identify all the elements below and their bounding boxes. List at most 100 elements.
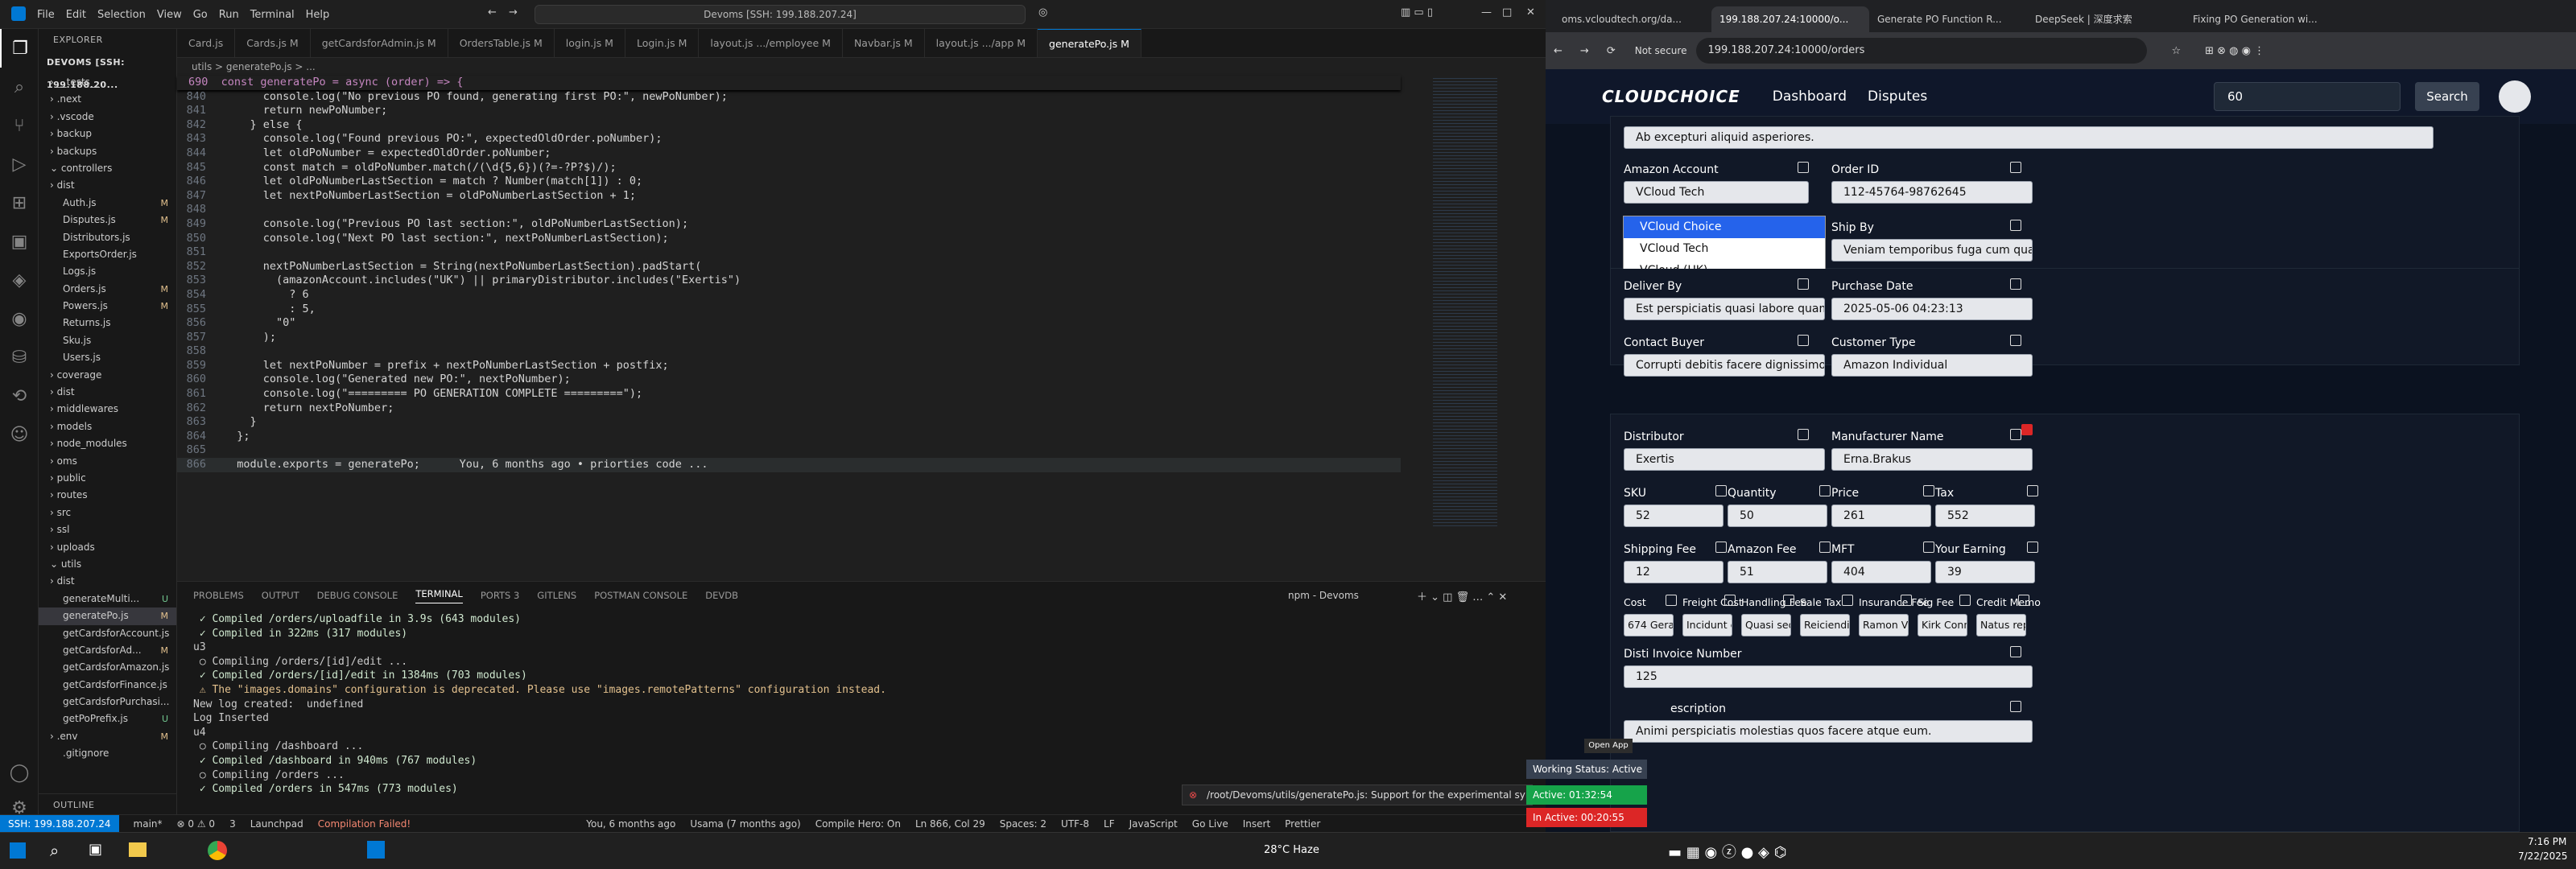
branch-status[interactable]: main* <box>134 818 163 830</box>
field-input[interactable]: 50 <box>1728 505 1827 527</box>
copy-icon[interactable] <box>1901 595 1912 606</box>
launchpad-status[interactable]: Launchpad <box>250 818 303 830</box>
app-logo[interactable]: CLOUDCHOICE <box>1602 87 1740 106</box>
eol-status[interactable]: LF <box>1104 818 1115 830</box>
copy-icon[interactable] <box>1798 162 1809 173</box>
file-tree-item[interactable]: › backups <box>39 143 176 160</box>
field-input[interactable]: Quasi sequi mo <box>1741 614 1791 636</box>
chrome-icon[interactable] <box>208 841 227 860</box>
file-tree-item[interactable]: › oms <box>39 453 176 470</box>
editor-tab[interactable]: login.js M <box>555 29 625 57</box>
copy-icon[interactable] <box>1715 485 1727 496</box>
file-tree-item[interactable]: Disputes.js M <box>39 212 176 229</box>
file-tree-item[interactable]: getCardsforAmazon.js <box>39 659 176 676</box>
file-tree-item[interactable]: › backup <box>39 126 176 142</box>
account-icon[interactable]: ◯ <box>0 753 39 792</box>
copy-icon[interactable] <box>1666 595 1677 606</box>
editor-tab[interactable]: generatePo.js M <box>1038 29 1141 57</box>
minimize-icon[interactable]: — <box>1481 6 1492 19</box>
file-tree-item[interactable]: generatePo.js M <box>39 607 176 625</box>
reload-icon[interactable]: ⟳ <box>1607 45 1616 57</box>
file-tree-item[interactable]: › coverage <box>39 367 176 384</box>
file-tree-item[interactable]: Logs.js <box>39 263 176 280</box>
open-app-button[interactable]: Open App <box>1584 739 1633 753</box>
copy-icon[interactable] <box>1923 485 1934 496</box>
maximize-icon[interactable]: □ <box>1502 6 1512 19</box>
file-tree-item[interactable]: › dist <box>39 384 176 401</box>
task-view-icon[interactable]: ▣ <box>89 841 102 858</box>
browser-taskbar-icons[interactable]: ▬ ▦ ◉ ⓩ ● ◈ ⌬ <box>1668 841 1786 862</box>
notes-field[interactable]: Ab excepturi aliquid asperiores. <box>1624 126 2434 149</box>
file-tree-item[interactable]: ⌄ controllers <box>39 160 176 177</box>
panel-tab[interactable]: DEBUG CONSOLE <box>317 590 398 601</box>
field-input[interactable]: 51 <box>1728 561 1827 583</box>
back-arrow-icon[interactable]: ← <box>488 6 497 19</box>
browser-tab[interactable]: Fixing PO Generation wi... <box>2185 6 2343 32</box>
file-tree-item[interactable]: Users.js <box>39 349 176 366</box>
encoding-status[interactable]: UTF-8 <box>1061 818 1089 830</box>
browser-tab[interactable]: DeepSeek | 深度求索 <box>2027 6 2185 32</box>
file-tree-item[interactable]: › .next <box>39 91 176 108</box>
file-tree-item[interactable]: ⌄ utils <box>39 556 176 573</box>
url-field[interactable]: 199.188.207.24:10000/orders <box>1696 38 2148 64</box>
file-tree-item[interactable]: Sku.js <box>39 332 176 349</box>
panel-tab[interactable]: DEVDB <box>705 590 738 601</box>
field-input[interactable]: Reiciendis error <box>1800 614 1850 636</box>
nav-disputes[interactable]: Disputes <box>1868 89 1927 105</box>
clock-date[interactable]: 7/22/2025 <box>2518 850 2568 862</box>
file-tree-item[interactable]: getCardsforPurchasi... <box>39 694 176 710</box>
field-input[interactable]: 552 <box>1935 505 2035 527</box>
file-tree-item[interactable]: › uploads <box>39 539 176 556</box>
editor-tab[interactable]: Navbar.js M <box>843 29 925 57</box>
minimap[interactable] <box>1433 76 1497 526</box>
menu-item-terminal[interactable]: Terminal <box>250 9 295 21</box>
field-input[interactable]: 12 <box>1624 561 1724 583</box>
editor-tab[interactable]: OrdersTable.js M <box>448 29 555 57</box>
copilot-chat-icon[interactable]: ☺ <box>0 415 39 454</box>
file-tree-item[interactable]: getPoPrefix.js U <box>39 710 176 727</box>
copy-icon[interactable] <box>1724 595 1736 606</box>
windows-start-icon[interactable] <box>10 842 26 859</box>
editor-tab[interactable]: Login.js M <box>625 29 700 57</box>
copy-icon[interactable] <box>1715 542 1727 553</box>
blame-status[interactable]: You, 6 months ago <box>586 818 675 830</box>
problems-status[interactable]: ⊗ 0 ⚠ 0 <box>177 818 216 830</box>
file-tree-item[interactable]: .gitignore <box>39 745 176 762</box>
file-tree-item[interactable]: getCardsforAccount.js <box>39 625 176 642</box>
remote-indicator[interactable]: SSH: 199.188.207.24 <box>0 814 119 832</box>
extensions-icon[interactable]: ⊞ <box>0 183 39 222</box>
order-id-field[interactable]: 112-45764-98762645 <box>1831 181 2033 204</box>
copy-icon[interactable] <box>2010 278 2021 290</box>
file-tree-item[interactable]: Powers.js M <box>39 298 176 315</box>
file-tree-item[interactable]: Orders.js M <box>39 281 176 298</box>
menu-item-run[interactable]: Run <box>219 9 239 21</box>
copy-icon[interactable] <box>1783 595 1794 606</box>
search-button[interactable]: Search <box>2415 82 2479 111</box>
field-input[interactable]: Ramon Vanderv <box>1859 614 1909 636</box>
file-tree-item[interactable]: getCardsforAd... M <box>39 642 176 659</box>
file-tree-item[interactable]: › public <box>39 470 176 487</box>
copy-icon[interactable] <box>2018 595 2029 606</box>
vscode-taskbar-icon[interactable] <box>367 841 385 859</box>
gitlens-icon[interactable]: ◈ <box>0 261 39 299</box>
manufacturer-field[interactable]: Erna.Brakus <box>1831 448 2033 471</box>
copy-icon[interactable] <box>2027 485 2038 496</box>
field-input[interactable]: 674 Geraldine St <box>1624 614 1674 636</box>
browser-tab[interactable]: oms.vcloudtech.org/da... <box>1554 6 1711 32</box>
copy-icon[interactable] <box>1819 542 1831 553</box>
copy-icon[interactable] <box>2010 429 2021 440</box>
extensions-toolbar-icon[interactable]: ⊞ ⊗ ◍ ◉ ⋮ <box>2205 45 2264 57</box>
explorer-icon[interactable]: ❐ <box>0 29 39 68</box>
file-tree-item[interactable]: › dist <box>39 573 176 590</box>
field-input[interactable]: Incidunt eligend <box>1682 614 1732 636</box>
menu-item-view[interactable]: View <box>157 9 182 21</box>
file-tree-item[interactable]: Auth.js M <box>39 195 176 212</box>
customer-type-select[interactable]: Amazon Individual <box>1831 354 2033 377</box>
contact-buyer-field[interactable]: Corrupti debitis facere dignissimos itaq… <box>1624 354 1825 377</box>
file-tree-item[interactable]: Returns.js <box>39 315 176 332</box>
purchase-date-field[interactable]: 2025-05-06 04:23:13 <box>1831 298 2033 320</box>
compile-status[interactable]: Compilation Failed! <box>318 818 411 830</box>
description-field[interactable]: Animi perspiciatis molestias quos facere… <box>1624 720 2033 743</box>
terminal-output[interactable]: ✓ Compiled /orders/uploadfile in 3.9s (6… <box>177 609 1546 800</box>
file-tree-item[interactable]: › models <box>39 418 176 435</box>
